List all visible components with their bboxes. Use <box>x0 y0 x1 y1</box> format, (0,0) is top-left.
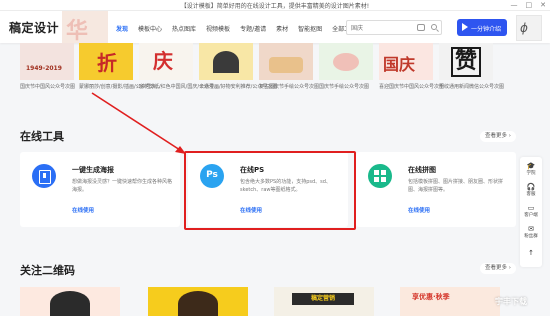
template-card[interactable]: 庆 <box>139 43 193 80</box>
qr-section-title: 关注二维码 <box>20 264 75 277</box>
flower-illustration-image <box>333 53 359 71</box>
site-header: 稿定设计 华诞 发现 模板中心 热点图库 视频模板 专题/邀请 素材 智能抠图 … <box>0 11 550 43</box>
template-card[interactable] <box>259 43 313 80</box>
qr-template-card[interactable]: 享优惠·秋季 <box>400 287 500 316</box>
search-icon[interactable] <box>431 24 437 30</box>
cartoon-character-image <box>50 291 90 316</box>
qr-template-card[interactable]: 稿定营销 <box>274 287 374 316</box>
nav-item-templates[interactable]: 模板中心 <box>138 24 162 33</box>
marketing-banner: 稿定营销 <box>292 293 354 305</box>
camera-icon[interactable] <box>417 24 425 31</box>
template-card[interactable] <box>199 43 253 80</box>
intro-video-button[interactable]: 一分钟介绍 <box>457 19 507 36</box>
nav-item-images[interactable]: 热点图库 <box>172 24 196 33</box>
minimize-icon[interactable]: — <box>511 1 518 10</box>
graduation-cap-icon: 🎓 <box>526 162 536 170</box>
message-icon: ✉ <box>528 225 534 233</box>
template-caption: 千纹通用新闻微信公众号次图 <box>439 84 505 90</box>
nav-item-topics[interactable]: 专题/邀请 <box>240 24 266 33</box>
floating-sidebar: 🎓 学院 🎧 客服 ▭ 客户端 ✉ 粉丝群 ↑ <box>520 157 542 267</box>
play-icon <box>462 23 468 31</box>
collage-icon <box>368 164 392 188</box>
tool-description: 想做海报没灵感？一键快速帮你生成各种风格海报。 <box>72 179 173 193</box>
arrow-up-icon: ↑ <box>528 249 534 257</box>
tool-card-collage[interactable]: 在线拼图 包括模板拼图、图片拼接、朋友圈、形状拼图、海报拼图等。 在线使用 <box>356 152 516 227</box>
cartoon-figure-image <box>213 51 239 73</box>
site-logo[interactable]: 稿定设计 <box>9 19 59 36</box>
highlight-box <box>184 151 356 230</box>
intro-video-label: 一分钟介绍 <box>471 26 502 33</box>
qr-more-link[interactable]: 查看更多 › <box>480 263 516 274</box>
tool-use-link[interactable]: 在线使用 <box>408 206 430 214</box>
maximize-icon[interactable]: □ <box>526 1 533 10</box>
tool-title: 一键生成海报 <box>72 166 114 174</box>
tool-description: 包括模板拼图、图片拼接、朋友圈、形状拼图、海报拼图等。 <box>408 179 504 193</box>
tools-more-link[interactable]: 查看更多 › <box>480 131 516 142</box>
sidebar-item-service[interactable]: 🎧 客服 <box>520 183 542 197</box>
window-controls: — □ ✕ <box>511 1 547 10</box>
template-card-row: 1949-2019 折 庆 国庆 赞 国庆节中国风公众号次图 蒙娜丽莎/创意/摄… <box>0 43 550 95</box>
promo-banner: 享优惠·秋季 <box>412 293 450 301</box>
template-caption-row: 国庆节中国风公众号次图 蒙娜丽莎/创意/摄影/插画/公众号次... 窗花剪纸/红… <box>0 83 550 93</box>
template-caption: 国庆节手绘公众号次图 <box>319 84 370 90</box>
tool-card-poster[interactable]: 一键生成海报 想做海报没灵感？一键快速帮你生成各种风格海报。 在线使用 <box>20 152 180 227</box>
close-icon[interactable]: ✕ <box>540 1 546 10</box>
sidebar-item-academy[interactable]: 🎓 学院 <box>520 162 542 176</box>
qr-template-card[interactable] <box>148 287 248 316</box>
tool-use-link[interactable]: 在线使用 <box>72 206 94 214</box>
template-card[interactable]: 赞 <box>439 43 493 80</box>
retro-illustration-image <box>269 57 303 73</box>
search-box <box>346 20 442 35</box>
tool-title: 在线拼图 <box>408 166 436 174</box>
headset-icon: 🎧 <box>526 183 536 191</box>
template-caption: 复古国庆节手绘公众号次图 <box>259 84 320 90</box>
sidebar-item-client[interactable]: ▭ 客户端 <box>520 204 542 218</box>
template-caption: 国庆节中国风公众号次图 <box>20 84 76 90</box>
nav-item-materials[interactable]: 素材 <box>276 24 288 33</box>
main-nav: 发现 模板中心 热点图库 视频模板 专题/邀请 素材 智能抠图 全部工具 <box>116 24 356 33</box>
site-watermark: 宇丰下载 <box>495 297 527 306</box>
template-card[interactable]: 折 <box>79 43 133 80</box>
template-caption: 喜迎国庆节中国风公众号次图 <box>379 84 445 90</box>
window-title: 【设计模板】简单好用的在线设计工具，提供丰富精美的设计图片素材! <box>180 3 370 10</box>
desktop-icon: ▭ <box>527 204 535 212</box>
nav-item-discover[interactable]: 发现 <box>116 24 128 33</box>
tools-section-title: 在线工具 <box>20 130 64 143</box>
search-input[interactable] <box>351 23 417 33</box>
nav-item-cutout[interactable]: 智能抠图 <box>298 24 322 33</box>
cartoon-character-image <box>178 291 218 316</box>
template-card[interactable]: 国庆 <box>379 43 433 80</box>
back-to-top-button[interactable]: ↑ <box>520 249 542 257</box>
nav-item-video[interactable]: 视频模板 <box>206 24 230 33</box>
template-card[interactable] <box>319 43 373 80</box>
qr-template-card[interactable] <box>20 287 120 316</box>
sidebar-item-fans[interactable]: ✉ 粉丝群 <box>520 225 542 239</box>
window-title-bar: 【设计模板】简单好用的在线设计工具，提供丰富精美的设计图片素材! — □ ✕ <box>0 0 550 11</box>
poster-icon <box>32 164 56 188</box>
avatar[interactable]: ɸ <box>516 15 542 41</box>
template-card[interactable]: 1949-2019 <box>20 43 74 80</box>
header-decoration-image: 华诞 <box>62 11 108 43</box>
